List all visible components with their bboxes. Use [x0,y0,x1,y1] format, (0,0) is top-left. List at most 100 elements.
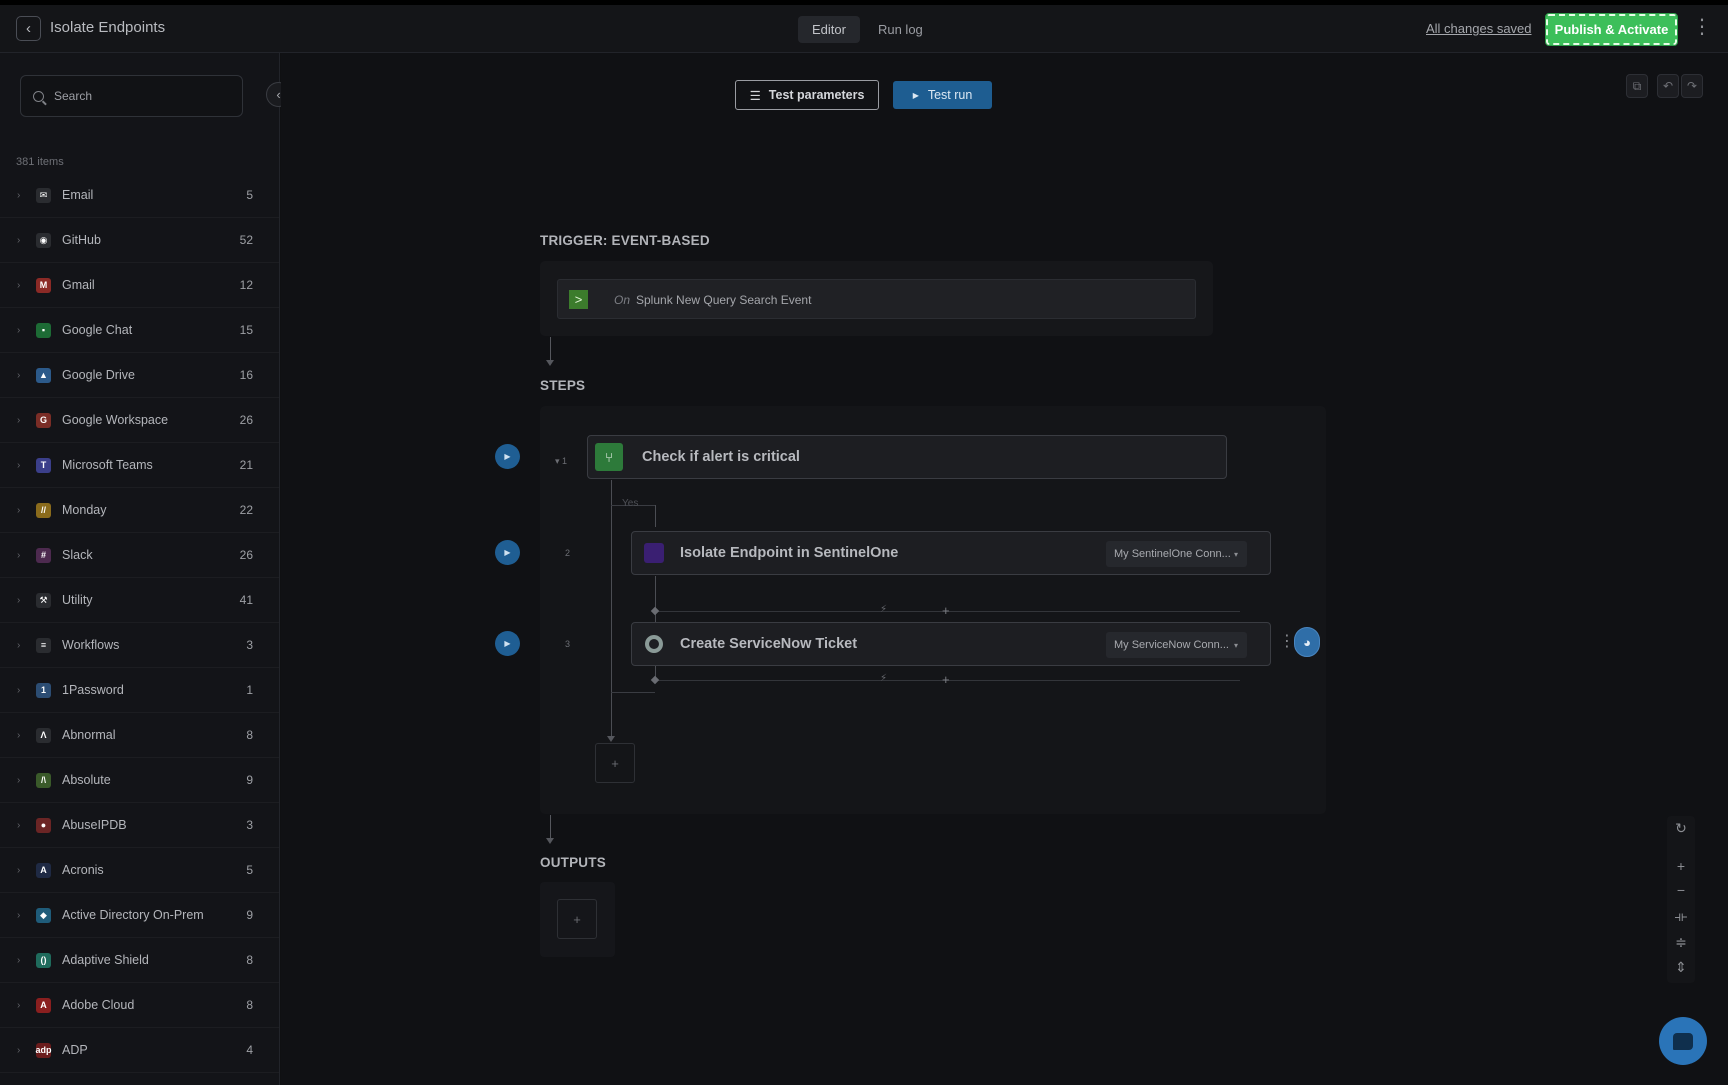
tab-run-log[interactable]: Run log [864,16,937,43]
tab-editor[interactable]: Editor [798,16,860,43]
add-output-button[interactable]: + [557,899,597,939]
step-number: 3 [565,639,571,649]
connection-select[interactable]: My SentinelOne Conn... ▾ [1106,541,1247,567]
category-count: 8 [246,998,253,1012]
category-count: 3 [246,818,253,832]
category-item[interactable]: › A Adobe Cloud 8 [0,983,279,1028]
copy-icon[interactable]: ⧉ [1626,74,1648,98]
add-step-button[interactable]: + [595,743,635,783]
run-step-2-button[interactable]: ▶ [495,540,520,565]
chat-icon [1673,1032,1693,1050]
fit-height-icon[interactable]: ≑ [1667,934,1695,951]
wrench-icon: ⚒ [36,592,51,608]
search-field[interactable] [20,75,243,117]
category-name: Gmail [62,278,95,292]
google-workspace-icon: G [36,412,51,428]
category-item[interactable]: › ● AbuseIPDB 3 [0,803,279,848]
step-check-alert[interactable]: ⑂ Check if alert is critical [587,435,1227,479]
category-item[interactable]: › Λ Abnormal 8 [0,713,279,758]
search-input[interactable] [54,89,214,103]
add-step-icon[interactable]: + [942,603,950,618]
github-icon: ◉ [36,232,51,248]
category-item[interactable]: › /\ Absolute 9 [0,758,279,803]
chevron-right-icon: › [17,684,21,696]
category-name: 1Password [62,683,124,697]
test-run-label: Test run [927,88,973,102]
back-button[interactable]: ‹ [16,16,41,41]
chevron-right-icon: › [17,909,21,921]
chevron-right-icon: › [17,729,21,741]
category-item[interactable]: › ✉ Email 5 [0,173,279,218]
connector-arrow [546,337,554,366]
category-item[interactable]: › # Slack 26 [0,533,279,578]
redo-icon[interactable]: ↷ [1681,74,1703,98]
category-item[interactable]: › G Google Workspace 26 [0,398,279,443]
step-isolate-endpoint[interactable]: Isolate Endpoint in SentinelOne My Senti… [631,531,1271,575]
reset-view-icon[interactable]: ↻ [1667,820,1695,837]
category-item[interactable]: › ▪ Google Chat 15 [0,308,279,353]
connection-value: My SentinelOne Conn... [1114,548,1231,560]
category-item[interactable]: › ◆ Active Directory On-Prem 9 [0,893,279,938]
magic-wand-icon[interactable]: ⚡ [880,604,887,615]
trigger-section-label: TRIGGER: EVENT-BASED [540,233,710,248]
zoom-in-icon[interactable]: + [1667,858,1695,874]
category-name: Absolute [62,773,111,787]
chevron-left-icon: ‹ [26,20,31,37]
trigger-card[interactable]: > On Splunk New Query Search Event [557,279,1196,319]
test-parameters-button[interactable]: ☰ Test parameters [735,80,879,110]
category-name: Active Directory On-Prem [62,908,204,922]
category-item[interactable]: › T Microsoft Teams 21 [0,443,279,488]
category-item[interactable]: › ≡ Workflows 3 [0,623,279,668]
more-menu-icon[interactable]: ⋮ [1692,17,1712,37]
step-create-ticket[interactable]: Create ServiceNow Ticket My ServiceNow C… [631,622,1271,666]
category-item[interactable]: › 1 1Password 1 [0,668,279,713]
category-item[interactable]: › A Acronis 5 [0,848,279,893]
category-item[interactable]: › () Adaptive Shield 8 [0,938,279,983]
workflows-icon: ≡ [36,637,51,653]
trigger-event-name: Splunk New Query Search Event [636,293,812,307]
add-step-icon[interactable]: + [942,672,950,687]
category-item[interactable]: › ⚒ Utility 41 [0,578,279,623]
chevron-right-icon: › [17,774,21,786]
category-name: Slack [62,548,93,562]
sentinelone-icon [644,543,664,563]
chat-support-button[interactable] [1659,1017,1707,1065]
zoom-out-icon[interactable]: − [1667,882,1695,898]
search-icon [33,90,44,102]
category-item[interactable]: › ◉ GitHub 52 [0,218,279,263]
undo-icon[interactable]: ↶ [1657,74,1679,98]
zoom-controls: ↻ + − ⟛ ≑ ⇕ [1667,816,1695,983]
chevron-right-icon: › [17,234,21,246]
abnormal-icon: Λ [36,727,51,743]
magic-wand-icon[interactable]: ⚡ [880,673,887,684]
chevron-right-icon: › [17,639,21,651]
step-menu-icon[interactable]: ⋮ [1279,634,1295,650]
category-count: 5 [246,188,253,202]
connection-select[interactable]: My ServiceNow Conn... ▾ [1106,632,1247,658]
expand-icon[interactable]: ⇕ [1667,959,1695,976]
chevron-right-icon: › [17,189,21,201]
category-item[interactable]: › ▲ Google Drive 16 [0,353,279,398]
ai-assistant-icon[interactable]: ◕ [1294,627,1320,657]
category-count: 16 [239,368,253,382]
category-item[interactable]: › // Monday 22 [0,488,279,533]
connector-arrow [546,815,554,844]
fit-width-icon[interactable]: ⟛ [1667,908,1695,925]
category-name: Adaptive Shield [62,953,149,967]
publish-activate-button[interactable]: Publish & Activate [1545,13,1678,46]
category-item[interactable]: › M Gmail 12 [0,263,279,308]
run-step-1-button[interactable]: ▶ [495,444,520,469]
monday-icon: // [36,502,51,518]
category-name: Google Drive [62,368,135,382]
category-count: 15 [239,323,253,337]
category-count: 4 [246,1043,253,1057]
category-count: 8 [246,953,253,967]
run-step-3-button[interactable]: ▶ [495,631,520,656]
microsoft-teams-icon: T [36,457,51,473]
acronis-icon: A [36,862,51,878]
test-run-button[interactable]: ▶ Test run [893,81,992,109]
chevron-right-icon: › [17,459,21,471]
category-item[interactable]: › adp ADP 4 [0,1028,279,1073]
category-name: Adobe Cloud [62,998,135,1012]
save-status-link[interactable]: All changes saved [1426,21,1532,36]
